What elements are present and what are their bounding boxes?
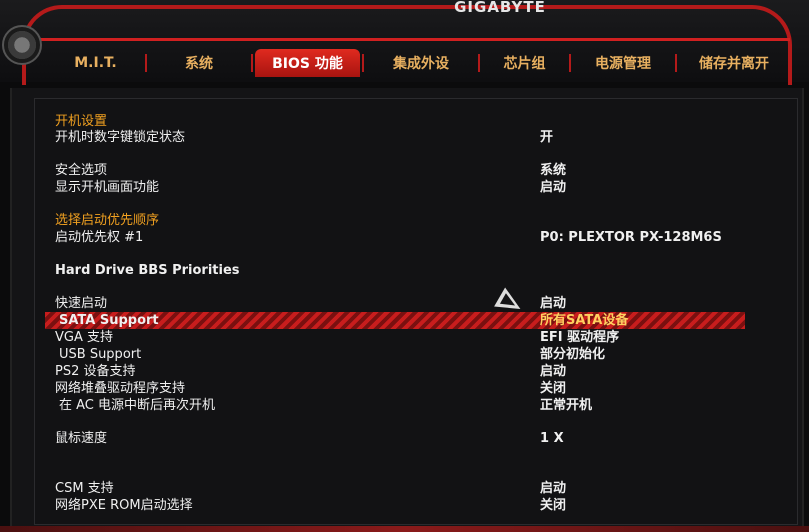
setting-ps2-support[interactable]: PS2 设备支持 启动: [55, 363, 755, 380]
setting-label: 显示开机画面功能: [55, 180, 160, 195]
tab-bios-features[interactable]: BIOS 功能: [255, 49, 360, 77]
setting-pxe-rom[interactable]: 网络PXE ROM启动选择 关闭: [55, 497, 755, 514]
tab-divider: [569, 54, 571, 72]
setting-boot-option-1[interactable]: 启动优先权 #1 P0: PLEXTOR PX-128M6S: [55, 229, 755, 246]
setting-label: 网络堆叠驱动程序支持: [55, 381, 186, 396]
setting-vga-support[interactable]: VGA 支持 EFI 驱动程序: [55, 329, 755, 346]
setting-value[interactable]: 系统: [540, 162, 566, 179]
tab-peripherals[interactable]: 集成外设: [366, 49, 476, 77]
setting-label: 网络PXE ROM启动选择: [55, 498, 193, 513]
setting-label: 开机设置: [55, 114, 108, 129]
setting-ac-power-loss[interactable]: 在 AC 电源中断后再次开机 正常开机: [55, 397, 755, 414]
setting-mouse-speed[interactable]: 鼠标速度 1 X: [55, 430, 755, 447]
section-boot-priority: 选择启动优先顺序: [55, 212, 755, 229]
tab-save-exit[interactable]: 储存并离开: [679, 49, 789, 77]
setting-label: 开机时数字键锁定状态: [55, 130, 186, 145]
brand-logo: GIGABYTE: [454, 0, 546, 16]
setting-value[interactable]: 启动: [540, 363, 566, 380]
setting-value[interactable]: 所有SATA设备: [540, 312, 628, 329]
setting-label: 鼠标速度: [55, 431, 108, 446]
setting-label: USB Support: [59, 347, 142, 362]
setting-label: SATA Support: [59, 313, 159, 328]
setting-label: CSM 支持: [55, 481, 114, 496]
tab-system[interactable]: 系统: [149, 49, 249, 77]
setting-value[interactable]: EFI 驱动程序: [540, 329, 619, 346]
setting-value[interactable]: 关闭: [540, 380, 566, 397]
tab-divider: [675, 54, 677, 72]
setting-label: 安全选项: [55, 163, 108, 178]
tab-chipset[interactable]: 芯片组: [482, 49, 567, 77]
setting-value[interactable]: 启动: [540, 480, 566, 497]
setting-usb-support[interactable]: USB Support 部分初始化: [55, 346, 755, 363]
setting-sata-support-selected[interactable]: SATA Support 所有SATA设备: [45, 312, 745, 329]
section-boot-settings: 开机设置: [55, 113, 755, 130]
setting-network-stack[interactable]: 网络堆叠驱动程序支持 关闭: [55, 380, 755, 397]
setting-label: 快速启动: [55, 296, 108, 311]
setting-csm-support[interactable]: CSM 支持 启动: [55, 480, 755, 497]
tab-power-management[interactable]: 电源管理: [573, 49, 673, 77]
setting-label: VGA 支持: [55, 330, 113, 345]
gear-icon: [2, 25, 42, 65]
setting-value[interactable]: 开: [540, 129, 553, 146]
setting-label: 在 AC 电源中断后再次开机: [59, 398, 216, 413]
setting-value[interactable]: 部分初始化: [540, 346, 605, 363]
tab-divider: [478, 54, 480, 72]
setting-label: 选择启动优先顺序: [55, 213, 160, 228]
tab-divider: [362, 54, 364, 72]
decorative-red-line: [30, 38, 790, 41]
setting-value[interactable]: 关闭: [540, 497, 566, 514]
setting-label: Hard Drive BBS Priorities: [55, 263, 240, 278]
tab-mit[interactable]: M.I.T.: [48, 51, 143, 75]
setting-value[interactable]: 启动: [540, 295, 566, 312]
setting-value[interactable]: 1 X: [540, 430, 564, 447]
setting-fast-boot[interactable]: 快速启动 启动: [55, 295, 755, 312]
setting-value[interactable]: 正常开机: [540, 397, 592, 414]
setting-value[interactable]: P0: PLEXTOR PX-128M6S: [540, 229, 722, 246]
tab-bar: M.I.T. 系统 BIOS 功能 集成外设 芯片组 电源管理 储存并离开: [48, 48, 808, 78]
bottom-frame: [0, 526, 809, 532]
setting-label: 启动优先权 #1: [55, 230, 144, 245]
setting-hdd-bbs-priorities[interactable]: Hard Drive BBS Priorities: [55, 262, 755, 279]
setting-full-screen-logo[interactable]: 显示开机画面功能 启动: [55, 179, 755, 196]
setting-value[interactable]: 启动: [540, 179, 566, 196]
setting-label: PS2 设备支持: [55, 364, 136, 379]
tab-divider: [145, 54, 147, 72]
setting-security-option[interactable]: 安全选项 系统: [55, 162, 755, 179]
setting-numlock-state[interactable]: 开机时数字键锁定状态 开: [55, 129, 755, 146]
tab-divider: [251, 54, 253, 72]
